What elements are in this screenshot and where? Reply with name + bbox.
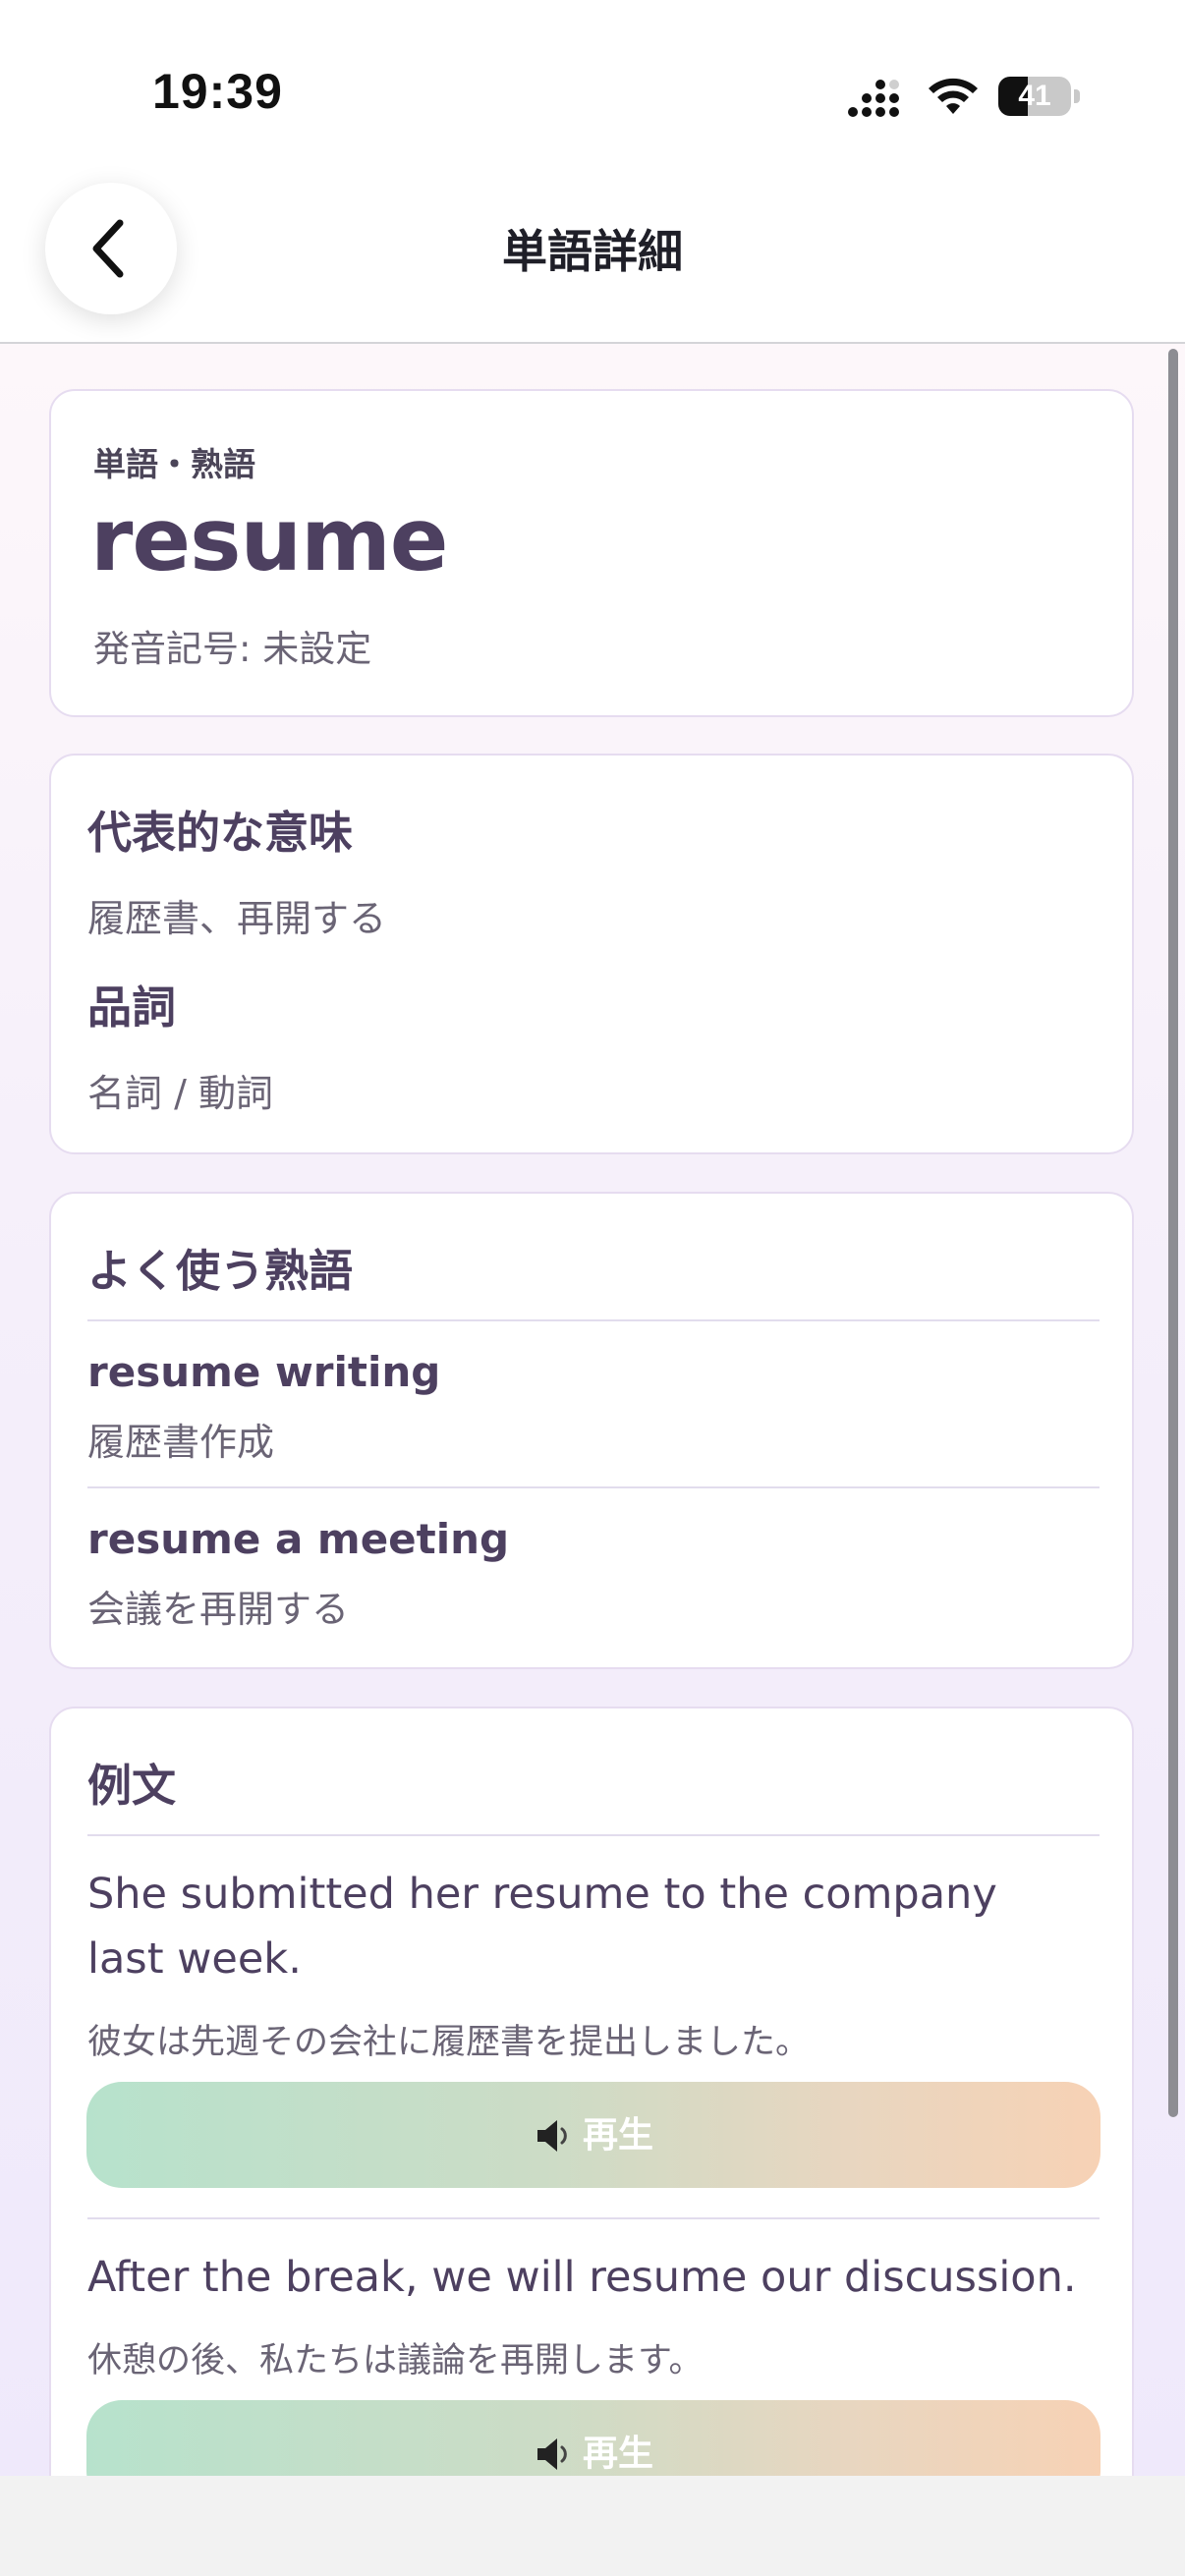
meaning-text: 履歴書、再開する bbox=[87, 897, 387, 940]
speaker-icon bbox=[536, 2438, 567, 2470]
nav-bar: 単語詳細 bbox=[0, 177, 1185, 344]
play-button[interactable]: 再生 bbox=[86, 2082, 1100, 2188]
example-translation: 彼女は先週その会社に履歴書を提出しました。 bbox=[87, 2023, 811, 2062]
pronunciation: 発音記号: 未設定 bbox=[93, 628, 372, 670]
example-translation: 休憩の後、私たちは議論を再開します。 bbox=[87, 2341, 704, 2380]
page-title: 単語詳細 bbox=[502, 225, 683, 278]
play-button[interactable]: 再生 bbox=[86, 2400, 1100, 2476]
word-detail-screen: 19:39 41 単語詳細 単語・熟語 resume 発音記号: 未設定 代表的… bbox=[0, 0, 1185, 2476]
divider bbox=[87, 1486, 1100, 1488]
pos-text: 名詞 / 動詞 bbox=[87, 1072, 273, 1115]
battery-icon: 41 bbox=[998, 77, 1081, 116]
play-label: 再生 bbox=[582, 2115, 653, 2156]
idiom-meaning: 履歴書作成 bbox=[87, 1421, 275, 1464]
status-time: 19:39 bbox=[152, 64, 283, 119]
idioms-heading: よく使う熟語 bbox=[87, 1245, 354, 1297]
word-card: 単語・熟語 resume 発音記号: 未設定 bbox=[49, 389, 1134, 717]
meaning-heading: 代表的な意味 bbox=[87, 807, 354, 859]
idiom-phrase: resume writing bbox=[87, 1348, 441, 1396]
idiom-meaning: 会議を再開する bbox=[87, 1588, 350, 1631]
example-sentence: She submitted her resume to the company … bbox=[87, 1870, 997, 1984]
idiom-phrase: resume a meeting bbox=[87, 1515, 510, 1563]
word-kind: 単語・熟語 bbox=[93, 445, 255, 483]
wifi-icon bbox=[929, 78, 978, 114]
scrollbar[interactable] bbox=[1168, 349, 1178, 2117]
divider bbox=[87, 1319, 1100, 1321]
pos-heading: 品詞 bbox=[87, 981, 177, 1034]
play-label: 再生 bbox=[582, 2434, 653, 2474]
battery-percentage: 41 bbox=[1018, 80, 1051, 112]
speaker-icon bbox=[536, 2120, 567, 2152]
word-title: resume bbox=[90, 489, 448, 590]
divider bbox=[87, 2217, 1100, 2219]
examples-heading: 例文 bbox=[87, 1760, 177, 1812]
divider bbox=[87, 1834, 1100, 1836]
cellular-signal-icon bbox=[848, 80, 899, 117]
status-bar: 19:39 41 bbox=[0, 0, 1185, 177]
meaning-card: 代表的な意味 履歴書、再開する 品詞 名詞 / 動詞 bbox=[49, 754, 1134, 1154]
examples-card: 例文 She submitted her resume to the compa… bbox=[49, 1707, 1134, 2476]
home-indicator-area bbox=[0, 2476, 1185, 2576]
example-sentence: After the break, we will resume our disc… bbox=[87, 2253, 1077, 2302]
idioms-card: よく使う熟語 resume writing 履歴書作成 resume a mee… bbox=[49, 1192, 1134, 1669]
